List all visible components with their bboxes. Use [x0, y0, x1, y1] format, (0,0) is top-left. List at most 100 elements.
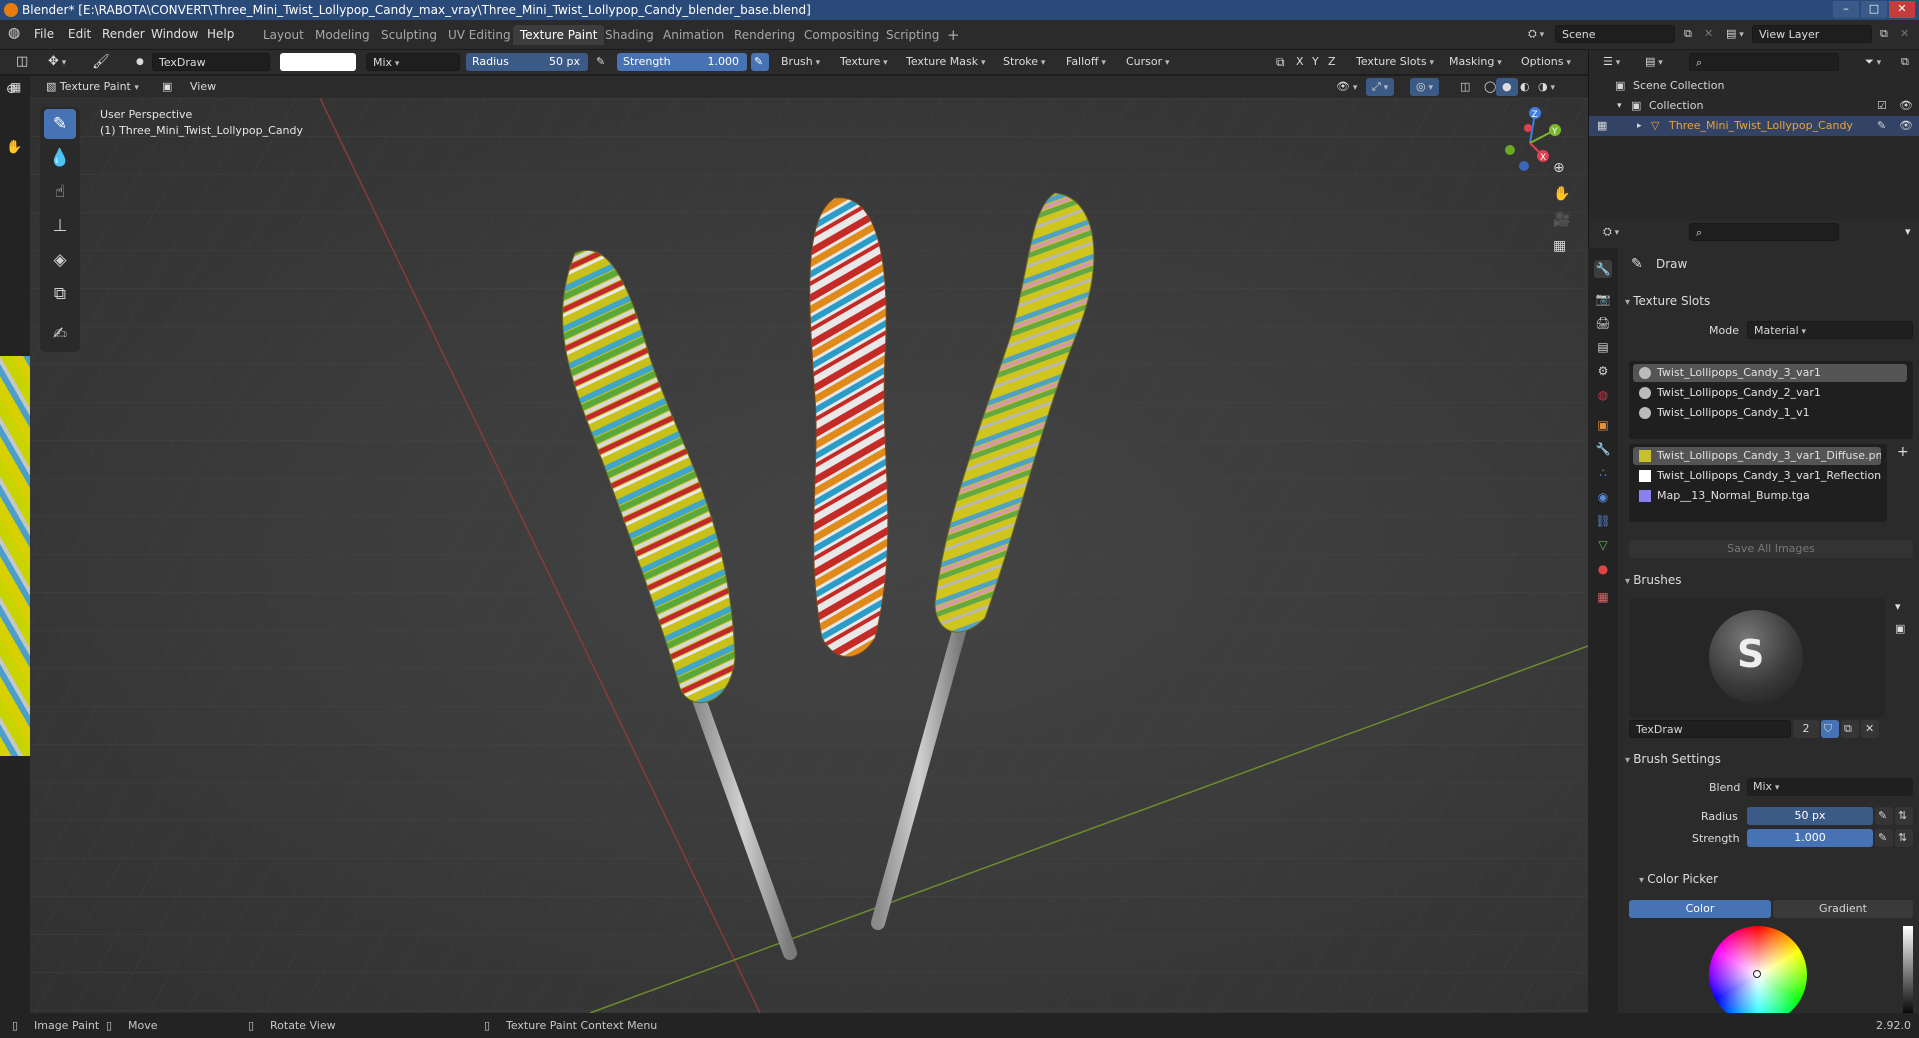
color-wheel[interactable] [1709, 926, 1807, 1024]
xray-toggle-icon[interactable]: ◫ [1454, 78, 1476, 96]
view-layer-new-icon[interactable]: ⧉ [1874, 25, 1894, 43]
scene-name-field[interactable]: Scene [1555, 25, 1675, 43]
render-tab-icon[interactable]: 📷 [1594, 290, 1612, 308]
modifier-tab-icon[interactable]: 🔧 [1594, 440, 1612, 458]
strength-pressure-icon[interactable]: ✎ [1875, 829, 1893, 847]
overlay-toggle-icon[interactable]: ◎ [1410, 78, 1439, 96]
brushes-header[interactable]: Brushes [1625, 573, 1681, 587]
image-slot-item[interactable]: Map__13_Normal_Bump.tga [1633, 487, 1881, 505]
mode-dropdown[interactable]: Material [1747, 321, 1913, 339]
radius-pressure-icon[interactable]: ✎ [1875, 807, 1893, 825]
tool-tab-icon[interactable]: 🔧 [1594, 260, 1612, 278]
tab-modeling[interactable]: Modeling [308, 25, 377, 45]
blend-dropdown[interactable]: Mix [1747, 778, 1913, 796]
texture-slots-menu[interactable]: Texture Slots [1350, 53, 1440, 71]
minimize-button[interactable]: – [1833, 1, 1859, 18]
image-slot-item[interactable]: Twist_Lollipops_Candy_3_var1_Reflection.… [1633, 467, 1881, 485]
add-workspace-icon[interactable]: + [940, 25, 967, 45]
tab-rendering[interactable]: Rendering [727, 25, 802, 45]
value-slider[interactable] [1903, 926, 1913, 1016]
zoom-view-icon[interactable]: ⊕ [1553, 160, 1565, 176]
material-tab-icon[interactable]: ● [1594, 560, 1612, 578]
smear-tool-icon[interactable]: ☝ [44, 177, 76, 207]
menu-edit[interactable]: Edit [68, 27, 91, 41]
radius-unit-icon[interactable]: ⇅ [1895, 807, 1913, 825]
color-tab[interactable]: Color [1629, 900, 1771, 918]
texture-mask-menu[interactable]: Texture Mask [900, 53, 992, 71]
scene-tab-icon[interactable]: ⚙ [1594, 362, 1612, 380]
scene-delete-icon[interactable]: ✕ [1698, 25, 1719, 43]
brush-users-count[interactable]: 2 [1793, 720, 1819, 738]
symmetry-icon[interactable]: ⧉ [1270, 53, 1291, 71]
annotate-tool-icon[interactable]: ✍ [44, 319, 76, 349]
tab-scripting[interactable]: Scripting [879, 25, 946, 45]
camera-view-icon[interactable]: 🎥 [1553, 212, 1570, 228]
view-layer-icon[interactable]: ▤ [1720, 25, 1750, 43]
outliner-row-object[interactable]: ▦ ▸ ▽ Three_Mini_Twist_Lollypop_Candy ✎ … [1589, 116, 1919, 136]
strength-pressure-icon[interactable]: ✎ [751, 53, 769, 71]
view-menu[interactable]: View [184, 78, 222, 96]
brush-icon[interactable]: 🖌 [86, 53, 116, 71]
3d-viewport[interactable]: User Perspective (1) Three_Mini_Twist_Lo… [30, 98, 1588, 1013]
strength-slider[interactable]: Strength 1.000 [617, 53, 747, 71]
save-all-images-button[interactable]: Save All Images [1629, 540, 1913, 558]
output-tab-icon[interactable]: 🖨 [1594, 314, 1612, 332]
object-visibility-icon[interactable]: 👁 [1899, 116, 1913, 136]
outliner-row-scene-collection[interactable]: ▣ Scene Collection [1589, 76, 1919, 96]
outliner-editor-type-icon[interactable]: ☰ [1597, 53, 1626, 71]
view-layer-field[interactable]: View Layer [1752, 25, 1872, 43]
pan-view-icon[interactable]: ✋ [1553, 186, 1570, 202]
stroke-menu[interactable]: Stroke [997, 53, 1051, 71]
brush-preview[interactable]: S [1629, 598, 1885, 718]
color-picker-header[interactable]: Color Picker [1639, 872, 1718, 886]
visibility-icon[interactable]: 👁 [1330, 78, 1363, 96]
brush-menu[interactable]: Brush [775, 53, 826, 71]
fill-tool-icon[interactable]: ◈ [44, 245, 76, 275]
physics-tab-icon[interactable]: ◉ [1594, 488, 1612, 506]
maximize-button[interactable]: □ [1861, 1, 1887, 18]
view-layer-tab-icon[interactable]: ▤ [1594, 338, 1612, 356]
paint-mask-icon[interactable]: ▣ [156, 78, 178, 96]
tab-sculpting[interactable]: Sculpting [374, 25, 444, 45]
outliner-search-input[interactable]: ⌕ [1689, 53, 1839, 71]
axis-z-toggle[interactable]: Z [1322, 53, 1342, 71]
tab-texture-paint[interactable]: Texture Paint [513, 25, 605, 45]
texture-slots-header[interactable]: Texture Slots [1625, 294, 1710, 308]
close-button[interactable]: ✕ [1889, 1, 1915, 18]
object-tab-icon[interactable]: ▣ [1594, 416, 1612, 434]
cursor-menu[interactable]: Cursor [1120, 53, 1176, 71]
object-edit-icon[interactable]: ✎ [1877, 116, 1886, 136]
color-wheel-cursor[interactable] [1753, 970, 1761, 978]
radius-pressure-icon[interactable]: ✎ [590, 53, 611, 71]
add-texture-slot-icon[interactable]: + [1897, 444, 1909, 460]
editor-type-icon[interactable]: ◫ [10, 53, 34, 71]
material-slot-item[interactable]: Twist_Lollipops_Candy_3_var1 [1633, 364, 1907, 382]
properties-search-input[interactable]: ⌕ [1689, 223, 1839, 241]
view-layer-delete-icon[interactable]: ✕ [1894, 25, 1915, 43]
properties-options-icon[interactable]: ▾ [1899, 223, 1917, 241]
collection-include-checkbox[interactable]: ☑ [1877, 96, 1887, 116]
scene-new-icon[interactable]: ⧉ [1678, 25, 1698, 43]
ortho-toggle-icon[interactable]: ▦ [1553, 238, 1566, 254]
tab-animation[interactable]: Animation [656, 25, 731, 45]
fake-user-icon[interactable]: ● [130, 53, 150, 71]
blend-mode-dropdown[interactable]: Mix [366, 53, 460, 71]
data-tab-icon[interactable]: ▽ [1594, 536, 1612, 554]
menu-file[interactable]: File [34, 27, 54, 41]
strength-field[interactable]: 1.000 [1747, 829, 1873, 847]
scene-selector-icon[interactable]: ⛭ [1522, 25, 1550, 43]
menu-render[interactable]: Render [102, 27, 145, 41]
texture-menu[interactable]: Texture [834, 53, 894, 71]
outliner-row-collection[interactable]: ▾ ▣ Collection ☑ 👁 [1589, 96, 1919, 116]
world-tab-icon[interactable]: ◍ [1594, 386, 1612, 404]
radius-slider[interactable]: Radius 50 px [466, 53, 588, 71]
menu-help[interactable]: Help [207, 27, 234, 41]
hand-icon[interactable]: ✋ [6, 140, 22, 155]
tab-uv-editing[interactable]: UV Editing [441, 25, 518, 45]
tool-icon[interactable]: ✥ [42, 53, 72, 71]
mask-tool-icon[interactable]: ⧉ [44, 279, 76, 309]
brush-name-field[interactable]: TexDraw [1629, 720, 1791, 738]
blender-menu-icon[interactable]: ◍ [8, 25, 20, 41]
expand-object-icon[interactable]: ▸ [1637, 116, 1642, 136]
particles-tab-icon[interactable]: ∴ [1594, 464, 1612, 482]
